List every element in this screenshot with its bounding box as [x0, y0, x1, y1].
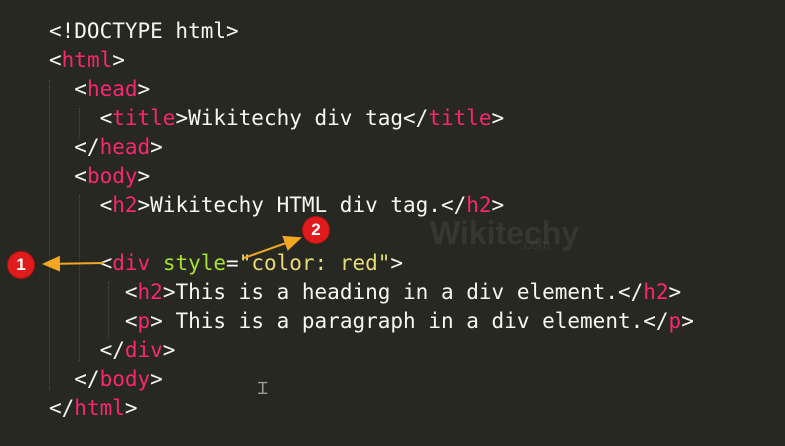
callout-badge-2: 2: [303, 217, 329, 243]
callout-badge-1: 1: [8, 252, 34, 278]
arrow-2: [243, 235, 302, 259]
code-editor[interactable]: <!DOCTYPE html> <html> <head> <title>Wiki…: [0, 0, 785, 446]
callout-arrows: [42, 235, 302, 272]
arrow-1: [42, 255, 105, 272]
